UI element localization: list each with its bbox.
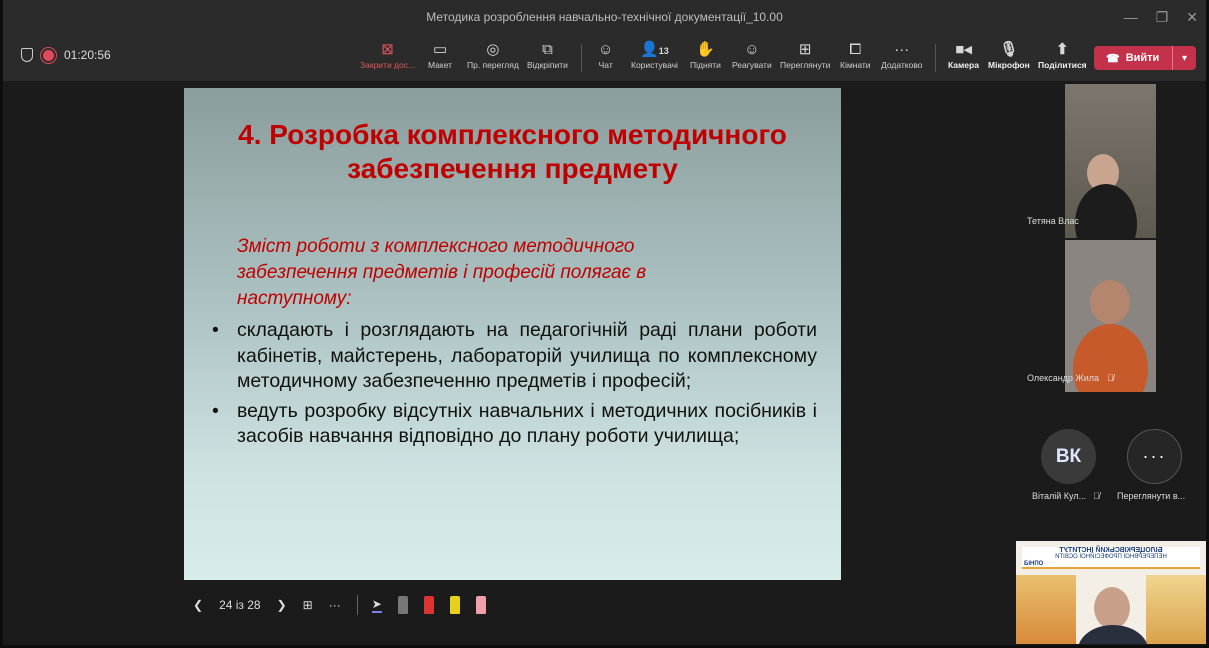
- recording-timer: 01:20:56: [64, 48, 111, 62]
- participant-name: Віталій Кул...: [1032, 491, 1087, 501]
- preview-button[interactable]: ◎ Пр. перегляд: [467, 40, 519, 78]
- slide-bullet: ведуть розробку відсутніх навчальних і м…: [212, 399, 817, 450]
- banner-line: БІЛОЦЕРКІВСЬКИЙ ІНСТИТУТ: [1059, 547, 1163, 554]
- camera-icon: ■◂: [955, 41, 972, 58]
- hand-icon: ✋: [696, 41, 715, 58]
- window-title: Методика розроблення навчально-технічної…: [426, 10, 783, 24]
- slide-title: 4. Розробка комплексного методичного заб…: [238, 119, 787, 184]
- presenter-video[interactable]: БІЛОЦЕРКІВСЬКИЙ ІНСТИТУТ НЕПЕРЕРВНОЇ ПРО…: [1016, 541, 1206, 644]
- shared-slide: 4. Розробка комплексного методичного заб…: [184, 88, 841, 580]
- chat-icon: ☺: [598, 41, 614, 58]
- highlighter-icon[interactable]: [449, 596, 460, 614]
- eraser-icon[interactable]: [475, 596, 486, 614]
- chat-button[interactable]: ☺ Чат: [598, 40, 613, 78]
- rooms-button[interactable]: ⧠ Кімнати: [840, 40, 871, 78]
- participant-video-2[interactable]: [1065, 240, 1156, 392]
- share-icon: ⬆: [1056, 41, 1069, 58]
- layout-button[interactable]: ▭ Макет: [428, 40, 452, 78]
- more-button[interactable]: ··· Додатково: [881, 40, 922, 78]
- stop-sharing-button[interactable]: ⊠ Закрити дос...: [360, 40, 415, 78]
- grid-icon: ⊞: [798, 41, 812, 58]
- pointer-icon[interactable]: ➤: [371, 597, 382, 613]
- participant-body: [1078, 625, 1148, 644]
- banner-line: НЕПЕРЕРВНОЇ ПРОФЕСІЙНОЇ ОСВІТИ: [1055, 554, 1167, 560]
- shield-icon: [21, 48, 33, 62]
- muted-mic-icon: 🎙̸: [1107, 373, 1114, 383]
- react-button[interactable]: ☺ Реагувати: [732, 40, 772, 78]
- slide-grid-icon[interactable]: ⊞: [303, 598, 313, 612]
- more-icon: ···: [894, 41, 910, 58]
- more-icon: ···: [1142, 446, 1167, 466]
- microphone-icon: 🎙: [999, 41, 1019, 58]
- slide-intro: Зміст роботи з комплексного методичного …: [237, 236, 647, 309]
- avatar[interactable]: ВК: [1041, 429, 1096, 484]
- slide-bullets: складають і розглядають на педагогічній …: [212, 318, 817, 454]
- popout-icon: ⧉: [542, 41, 553, 58]
- camera-button[interactable]: ■◂ Камера: [948, 40, 979, 78]
- participant-name: Олександр Жила: [1027, 373, 1100, 383]
- participant-face: [1094, 587, 1130, 629]
- presenter-divider: [356, 595, 358, 615]
- toolbar-divider: [935, 44, 936, 72]
- pen-red-icon[interactable]: [423, 596, 434, 614]
- participant-name: Тетяна Влас: [1027, 216, 1079, 226]
- raise-hand-button[interactable]: ✋ Підняти: [690, 40, 721, 78]
- teams-window: Методика розроблення навчально-технічної…: [0, 0, 1209, 648]
- people-button[interactable]: 👤13 Користувачі: [631, 40, 678, 78]
- view-more-label: Переглянути в...: [1117, 491, 1186, 501]
- view-button[interactable]: ⊞ Переглянути: [780, 40, 830, 78]
- chevron-down-icon[interactable]: ▾: [1173, 53, 1196, 64]
- view-more-button[interactable]: ···: [1127, 429, 1182, 484]
- window-controls: — ❐ ✕: [1124, 0, 1198, 34]
- minimize-icon[interactable]: —: [1124, 9, 1138, 25]
- layout-icon: ▭: [432, 41, 448, 58]
- recording-icon: [43, 49, 54, 61]
- muted-mic-icon: 🎙̸: [1093, 491, 1100, 501]
- more-options-icon[interactable]: ···: [329, 598, 341, 612]
- people-icon: 👤13: [640, 41, 669, 58]
- share-button[interactable]: ⬆ Поділитися: [1038, 40, 1087, 78]
- mic-button[interactable]: 🎙 Мікрофон: [988, 40, 1030, 78]
- close-icon[interactable]: ✕: [1186, 9, 1198, 26]
- stop-share-icon: ⊠: [381, 41, 394, 58]
- prev-slide-icon[interactable]: ❮: [193, 598, 203, 612]
- toolbar-divider: [581, 44, 582, 72]
- presenter-controls: ❮ 24 із 28 ❯ ⊞ ··· ➤: [193, 594, 502, 616]
- recording-status: 01:20:56: [21, 48, 111, 62]
- smiley-icon: ☺: [744, 41, 760, 58]
- eye-icon: ◎: [486, 41, 500, 58]
- participant-face: [1090, 280, 1130, 324]
- meeting-toolbar: 01:20:56 ⊠ Закрити дос... ▭ Макет ◎ Пр. пер…: [3, 34, 1206, 82]
- slide-bullet: складають і розглядають на педагогічній …: [212, 318, 817, 395]
- unpin-button[interactable]: ⧉ Відкріпити: [527, 40, 568, 78]
- next-slide-icon[interactable]: ❯: [277, 598, 287, 612]
- page-indicator: 24 із 28: [219, 598, 261, 612]
- banner-logo: БІНПО: [1024, 561, 1044, 567]
- rooms-icon: ⧠: [849, 41, 862, 58]
- leave-button[interactable]: ☎ Вийти ▾: [1094, 46, 1196, 70]
- phone-icon: ☎: [1106, 52, 1120, 65]
- maximize-icon[interactable]: ❐: [1156, 9, 1169, 26]
- banner: БІЛОЦЕРКІВСЬКИЙ ІНСТИТУТ НЕПЕРЕРВНОЇ ПРО…: [1022, 547, 1200, 569]
- pen-gray-icon[interactable]: [397, 596, 408, 614]
- title-bar: Методика розроблення навчально-технічної…: [3, 0, 1206, 34]
- participant-video-1[interactable]: [1065, 84, 1156, 238]
